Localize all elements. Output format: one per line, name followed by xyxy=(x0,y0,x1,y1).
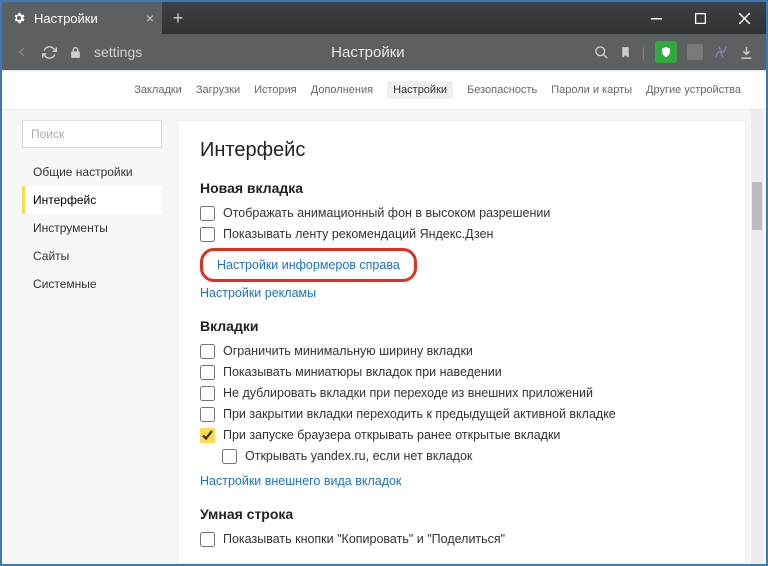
sidebar: Поиск Общие настройки Интерфейс Инструме… xyxy=(22,120,162,564)
sidebar-search[interactable]: Поиск xyxy=(22,120,162,148)
section-newtab-title: Новая вкладка xyxy=(200,180,723,196)
link-informers[interactable]: Настройки информеров справа xyxy=(217,258,400,272)
chk-thumbnails[interactable]: Показывать миниатюры вкладок при наведен… xyxy=(200,365,723,380)
browser-tab[interactable]: Настройки × xyxy=(2,2,162,34)
shield-icon[interactable] xyxy=(655,41,677,63)
lock-icon xyxy=(69,45,82,60)
gear-icon xyxy=(12,11,26,25)
chk-prev-active[interactable]: При закрытии вкладки переходить к предыд… xyxy=(200,407,723,422)
chk-copy-share[interactable]: Показывать кнопки "Копировать" и "Подели… xyxy=(200,532,723,547)
settings-topnav: Закладки Загрузки История Дополнения Нас… xyxy=(2,70,766,110)
highlight-callout: Настройки информеров справа xyxy=(200,248,417,282)
chk-no-dup[interactable]: Не дублировать вкладки при переходе из в… xyxy=(200,386,723,401)
minimize-button[interactable] xyxy=(634,2,678,34)
page-title: Настройки xyxy=(154,44,581,61)
topnav-passwords[interactable]: Пароли и карты xyxy=(551,84,632,96)
download-icon[interactable] xyxy=(739,45,754,60)
main-panel: Интерфейс Новая вкладка Отображать анима… xyxy=(177,120,746,564)
window-controls xyxy=(634,2,766,34)
bookmark-icon[interactable] xyxy=(619,45,632,60)
url-text[interactable]: settings xyxy=(94,44,142,60)
chk-min-width[interactable]: Ограничить минимальную ширину вкладки xyxy=(200,344,723,359)
chk-restore-tabs[interactable]: При запуске браузера открывать ранее отк… xyxy=(200,428,723,443)
sidebar-item-general[interactable]: Общие настройки xyxy=(22,158,162,186)
extension-icon-2[interactable] xyxy=(713,44,729,60)
tab-strip: Настройки × + xyxy=(2,2,634,34)
topnav-settings[interactable]: Настройки xyxy=(387,81,453,99)
sidebar-item-system[interactable]: Системные xyxy=(22,270,162,298)
section-smartbar-title: Умная строка xyxy=(200,506,723,522)
topnav-bookmarks[interactable]: Закладки xyxy=(134,84,182,96)
tab-title: Настройки xyxy=(34,11,98,26)
sidebar-item-interface[interactable]: Интерфейс xyxy=(22,186,162,214)
link-ads-settings[interactable]: Настройки рекламы xyxy=(200,286,316,300)
topnav-addons[interactable]: Дополнения xyxy=(311,84,373,96)
chk-zen-feed[interactable]: Показывать ленту рекомендаций Яндекс.Дзе… xyxy=(200,227,723,242)
scrollbar-thumb[interactable] xyxy=(752,182,762,230)
topnav-security[interactable]: Безопасность xyxy=(467,84,537,96)
topnav-downloads[interactable]: Загрузки xyxy=(196,84,240,96)
reload-button[interactable] xyxy=(42,45,57,60)
titlebar: Настройки × + xyxy=(2,2,766,34)
link-tab-appearance[interactable]: Настройки внешнего вида вкладок xyxy=(200,474,401,488)
chk-open-yandex[interactable]: Открывать yandex.ru, если нет вкладок xyxy=(222,449,723,464)
sidebar-item-sites[interactable]: Сайты xyxy=(22,242,162,270)
maximize-button[interactable] xyxy=(678,2,722,34)
main-heading: Интерфейс xyxy=(200,139,723,162)
topnav-history[interactable]: История xyxy=(254,84,297,96)
extension-icon-1[interactable] xyxy=(687,44,703,60)
scrollbar-track[interactable] xyxy=(751,110,763,564)
content-area: Поиск Общие настройки Интерфейс Инструме… xyxy=(2,110,766,564)
sidebar-item-tools[interactable]: Инструменты xyxy=(22,214,162,242)
search-icon[interactable] xyxy=(594,45,609,60)
close-window-button[interactable] xyxy=(722,2,766,34)
section-tabs-title: Вкладки xyxy=(200,318,723,334)
close-icon[interactable]: × xyxy=(146,10,154,26)
chk-anim-bg[interactable]: Отображать анимационный фон в высоком ра… xyxy=(200,206,723,221)
back-button[interactable] xyxy=(14,44,30,60)
topnav-devices[interactable]: Другие устройства xyxy=(646,84,741,96)
new-tab-button[interactable]: + xyxy=(162,2,194,34)
address-bar: settings Настройки | xyxy=(2,34,766,70)
